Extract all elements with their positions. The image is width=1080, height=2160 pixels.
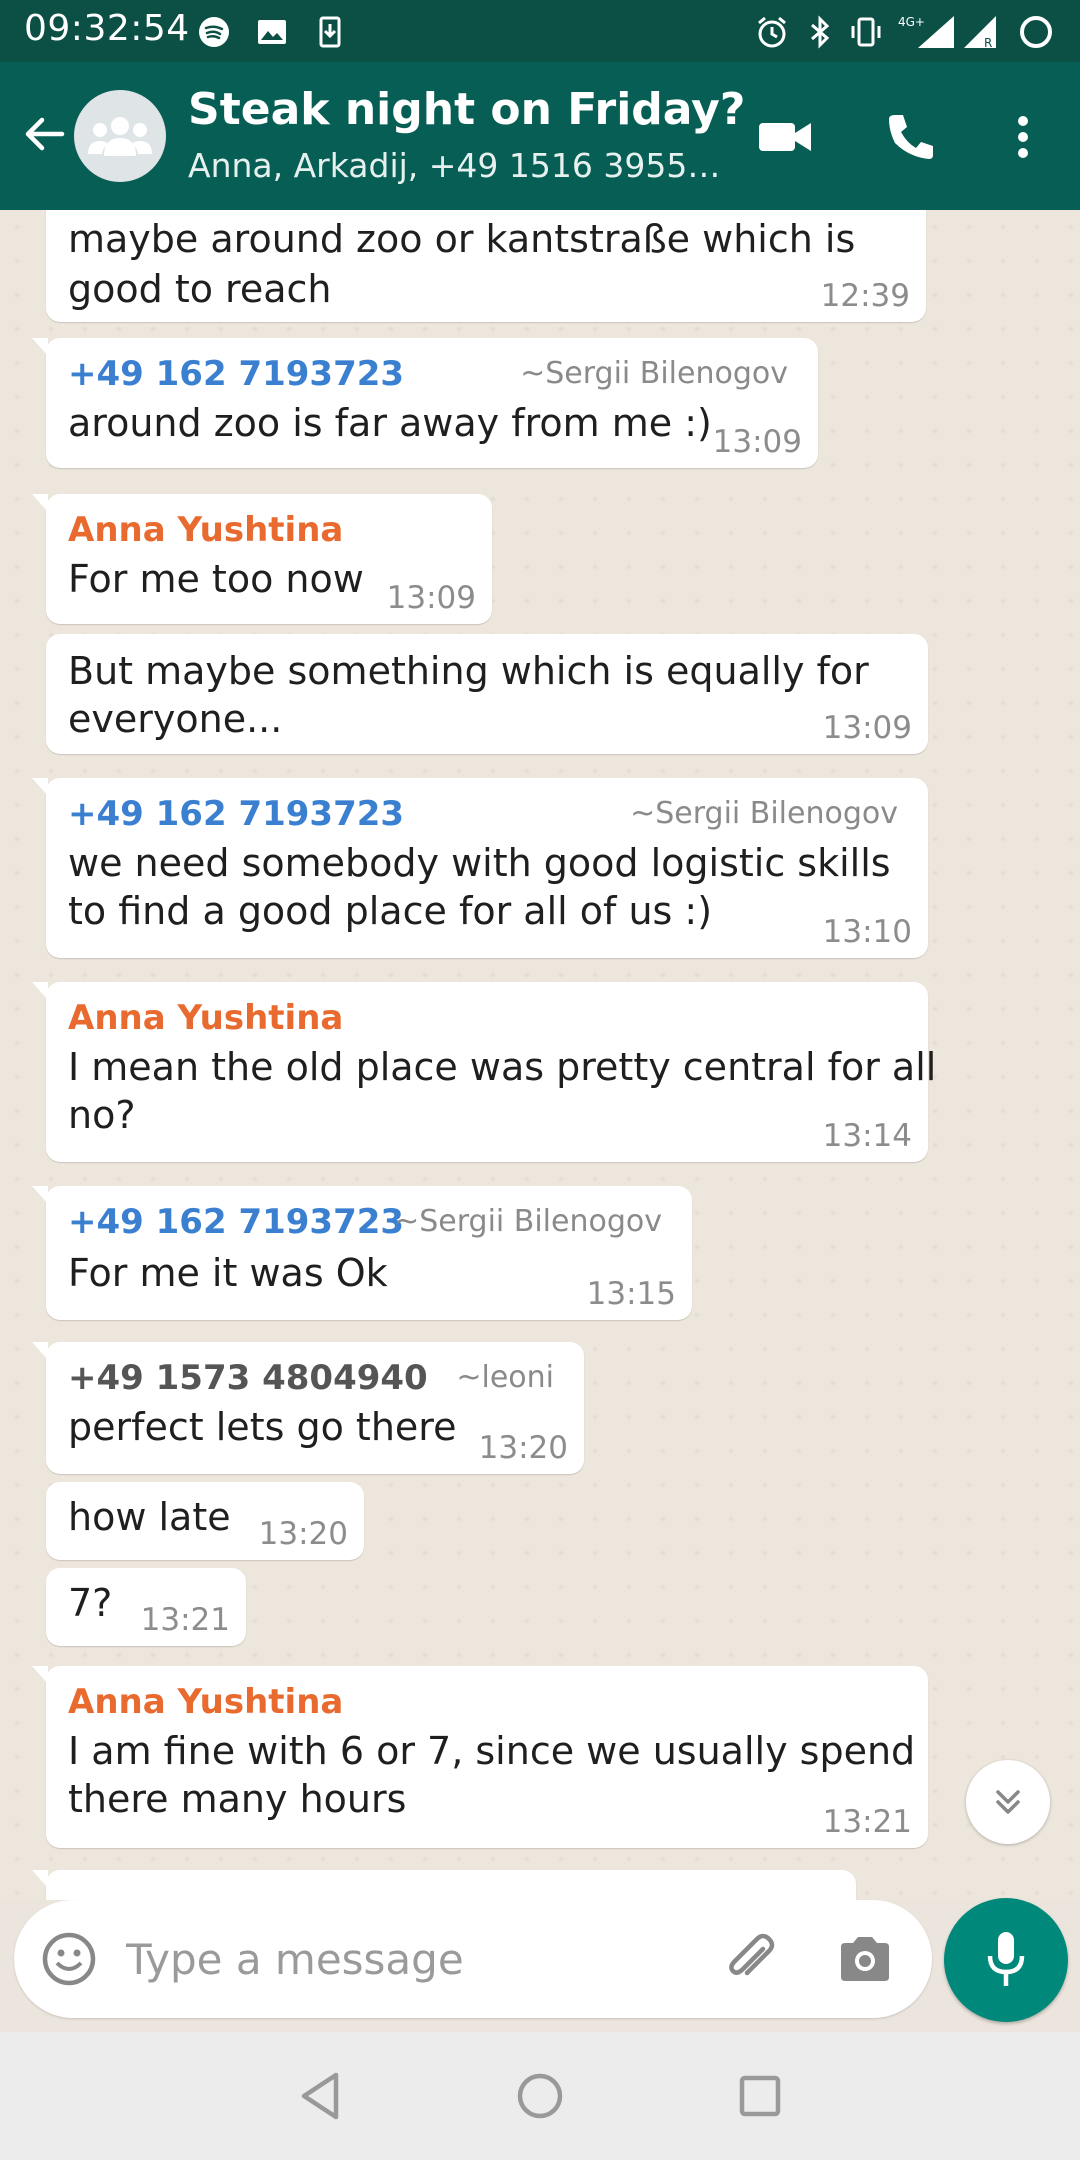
message-time: 13:14	[822, 1118, 912, 1154]
message-text: no?	[68, 1093, 136, 1137]
sender-name[interactable]: Anna Yushtina	[68, 1682, 343, 1722]
group-avatar[interactable]	[74, 90, 166, 182]
message-bubble[interactable]: +49 162 7193723 ~Sergii Bilenogov we nee…	[32, 778, 928, 958]
attach-button[interactable]	[720, 1928, 782, 1990]
voice-message-button[interactable]	[944, 1898, 1068, 2022]
camera-icon	[841, 1937, 889, 1981]
message-text: maybe around zoo or kantstraße which is	[68, 217, 856, 261]
sender-name[interactable]: +49 1573 4804940	[68, 1358, 428, 1398]
message-text: But maybe something which is equally for	[68, 649, 869, 693]
signal-icon: 4G+	[896, 14, 960, 50]
message-time: 13:09	[712, 424, 802, 460]
emoji-icon	[42, 1932, 96, 1986]
gallery-icon	[254, 14, 290, 50]
message-bubble[interactable]: Anna Yushtina For me too now 13:09	[32, 494, 492, 624]
message-text: there many hours	[68, 1777, 407, 1821]
message-text: 7?	[68, 1581, 113, 1625]
sender-name[interactable]: +49 162 7193723	[68, 354, 404, 394]
signal-roaming-icon: R	[962, 14, 998, 50]
message-text: For me too now	[68, 557, 364, 601]
sender-alias: ~leoni	[456, 1360, 554, 1395]
message-text: good to reach	[68, 267, 332, 311]
message-text: For me it was Ok	[68, 1251, 388, 1295]
message-bubble[interactable]: 7? 13:21	[46, 1568, 246, 1646]
message-time: 13:10	[822, 914, 912, 950]
message-bubble[interactable]: But maybe something which is equally for…	[46, 634, 928, 754]
nav-recents-button[interactable]	[730, 2066, 790, 2126]
battery-ring-icon	[1018, 14, 1054, 50]
message-text: I am fine with 6 or 7, since we usually …	[68, 1729, 916, 1773]
chat-title[interactable]: Steak night on Friday?	[188, 84, 745, 135]
message-time: 13:09	[822, 710, 912, 746]
recents-square-icon	[739, 2075, 781, 2117]
message-time: 13:21	[140, 1602, 230, 1638]
alarm-icon	[754, 14, 790, 50]
double-chevron-down-icon	[996, 1790, 1020, 1814]
vibrate-icon	[848, 14, 884, 50]
back-arrow-icon	[25, 117, 65, 151]
sender-name[interactable]: +49 162 7193723	[68, 1202, 404, 1242]
spotify-icon	[196, 14, 232, 50]
status-time: 09:32:54	[24, 8, 190, 49]
message-time: 13:09	[386, 580, 476, 616]
back-button[interactable]	[14, 104, 74, 164]
chat-participants[interactable]: Anna, Arkadij, +49 1516 395517…	[188, 146, 728, 185]
system-nav-bar	[0, 2032, 1080, 2160]
more-options-button[interactable]	[988, 102, 1058, 172]
more-vert-icon	[1018, 116, 1028, 158]
message-bubble[interactable]: how late 13:20	[46, 1482, 364, 1560]
scroll-to-bottom-button[interactable]	[966, 1760, 1050, 1844]
sender-alias: ~Sergii Bilenogov	[630, 796, 898, 831]
message-text: we need somebody with good logistic skil…	[68, 841, 891, 885]
download-icon	[312, 14, 348, 50]
video-call-button[interactable]	[750, 102, 820, 172]
status-bar: 09:32:54 4G+ R	[0, 0, 1080, 62]
attach-icon	[729, 1933, 775, 1976]
voice-call-button[interactable]	[876, 102, 946, 172]
message-bubble-partial[interactable]	[32, 1870, 856, 1900]
group-avatar-icon	[88, 117, 152, 156]
message-time: 12:39	[820, 278, 910, 314]
chat-header: Steak night on Friday? Anna, Arkadij, +4…	[0, 62, 1080, 210]
message-text: to find a good place for all of us :)	[68, 889, 713, 933]
message-input[interactable]	[126, 1928, 686, 1990]
message-bubble[interactable]: +49 1573 4804940 ~leoni perfect lets go …	[32, 1342, 584, 1474]
sender-name[interactable]: +49 162 7193723	[68, 794, 404, 834]
message-time: 13:21	[822, 1804, 912, 1840]
message-bubble[interactable]: Anna Yushtina I mean the old place was p…	[32, 982, 936, 1162]
message-time: 13:15	[586, 1276, 676, 1312]
video-call-icon	[759, 123, 811, 151]
sender-alias: ~Sergii Bilenogov	[394, 1204, 662, 1239]
back-triangle-icon	[301, 2072, 339, 2120]
nav-back-button[interactable]	[290, 2066, 350, 2126]
message-text: how late	[68, 1495, 231, 1539]
emoji-button[interactable]	[40, 1930, 98, 1988]
home-circle-icon	[517, 2073, 563, 2119]
message-text: I mean the old place was pretty central …	[68, 1045, 937, 1089]
message-bubble[interactable]: +49 162 7193723 ~Sergii Bilenogov For me…	[32, 1186, 692, 1320]
svg-text:R: R	[984, 36, 992, 50]
message-composer	[14, 1900, 932, 2018]
bluetooth-icon	[802, 14, 838, 50]
sender-alias: ~Sergii Bilenogov	[520, 356, 788, 391]
chat-messages[interactable]: maybe around zoo or kantstraße which is …	[0, 210, 1080, 1900]
message-time: 13:20	[478, 1430, 568, 1466]
message-text: perfect lets go there	[68, 1405, 457, 1449]
sender-name[interactable]: Anna Yushtina	[68, 510, 343, 550]
message-text: everyone...	[68, 697, 283, 741]
mic-icon	[987, 1932, 1025, 1986]
message-bubble[interactable]: Anna Yushtina I am fine with 6 or 7, sin…	[32, 1666, 928, 1848]
voice-call-icon	[889, 115, 933, 159]
sender-name[interactable]: Anna Yushtina	[68, 998, 343, 1038]
camera-button[interactable]	[834, 1928, 896, 1990]
message-bubble[interactable]: +49 162 7193723 ~Sergii Bilenogov around…	[32, 338, 818, 468]
message-text: around zoo is far away from me :)	[68, 401, 712, 445]
message-bubble[interactable]: maybe around zoo or kantstraße which is …	[46, 210, 926, 322]
nav-home-button[interactable]	[510, 2066, 570, 2126]
svg-text:4G+: 4G+	[898, 15, 925, 29]
message-time: 13:20	[258, 1516, 348, 1552]
